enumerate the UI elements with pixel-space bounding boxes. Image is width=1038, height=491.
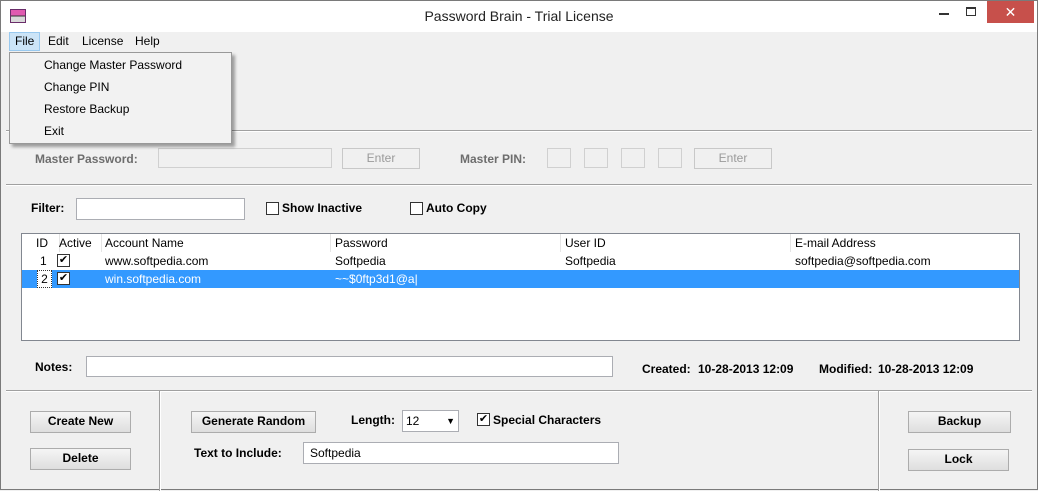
pin-digit-3[interactable]	[621, 148, 645, 168]
chevron-down-icon: ▼	[446, 416, 455, 426]
minimize-button[interactable]	[931, 1, 957, 23]
active-checkbox[interactable]: ✔	[57, 272, 70, 285]
menu-exit[interactable]: Exit	[44, 120, 64, 142]
maximize-icon	[966, 7, 976, 16]
column-header-active[interactable]: Active	[55, 234, 102, 252]
menu-file[interactable]: File	[9, 32, 41, 51]
menu-bar: File Edit License Help	[1, 32, 1037, 52]
table-row[interactable]: 1 ✔ www.softpedia.com Softpedia Softpedi…	[22, 252, 1019, 270]
master-password-enter-button[interactable]: Enter	[342, 148, 420, 169]
cell-id: 1	[40, 254, 47, 268]
auto-copy-label: Auto Copy	[426, 201, 487, 215]
close-button[interactable]: ✕	[987, 1, 1034, 23]
close-icon: ✕	[1004, 4, 1017, 20]
maximize-button[interactable]	[958, 1, 984, 23]
cell-password: Softpedia	[335, 254, 386, 268]
cell-account-name: win.softpedia.com	[105, 272, 202, 286]
create-new-button[interactable]: Create New	[30, 411, 131, 433]
table-row[interactable]: 2 ✔ win.softpedia.com ~~$0ftp3d1@a|	[22, 270, 1019, 288]
column-header-email[interactable]: E-mail Address	[791, 234, 1019, 252]
cell-user-id	[561, 270, 565, 288]
backup-button[interactable]: Backup	[908, 411, 1011, 433]
delete-button[interactable]: Delete	[30, 448, 131, 470]
menu-help[interactable]: Help	[129, 32, 166, 51]
cell-id: 2	[37, 270, 52, 288]
cell-user-id: Softpedia	[565, 254, 616, 268]
special-characters-checkbox[interactable]: ✔	[477, 413, 490, 426]
menu-license[interactable]: License	[76, 32, 129, 51]
auto-copy-checkbox[interactable]	[410, 202, 423, 215]
pin-digit-1[interactable]	[547, 148, 571, 168]
created-value: 10-28-2013 12:09	[698, 362, 794, 376]
length-select[interactable]: 12 ▼	[402, 410, 459, 432]
lock-button[interactable]: Lock	[908, 449, 1009, 471]
length-value: 12	[406, 414, 420, 428]
modified-label: Modified:	[819, 362, 873, 376]
file-dropdown-menu: Change Master Password Change PIN Restor…	[9, 52, 232, 144]
column-header-user-id[interactable]: User ID	[561, 234, 791, 252]
filter-label: Filter:	[31, 201, 65, 215]
minimize-icon	[939, 13, 949, 15]
window-title: Password Brain - Trial License	[424, 8, 614, 24]
column-header-password[interactable]: Password	[331, 234, 561, 252]
menu-change-master-password[interactable]: Change Master Password	[44, 54, 182, 76]
pin-digit-4[interactable]	[658, 148, 682, 168]
text-to-include-input[interactable]: Softpedia	[303, 442, 619, 464]
show-inactive-label: Show Inactive	[282, 201, 363, 215]
menu-change-pin[interactable]: Change PIN	[44, 76, 109, 98]
show-inactive-checkbox[interactable]	[266, 202, 279, 215]
filter-input[interactable]	[76, 198, 245, 220]
cell-email: softpedia@softpedia.com	[795, 254, 931, 268]
text-to-include-label: Text to Include:	[194, 446, 282, 460]
master-pin-label: Master PIN:	[460, 152, 527, 166]
divider	[6, 185, 1032, 186]
cell-password: ~~$0ftp3d1@a|	[335, 272, 418, 286]
generate-random-button[interactable]: Generate Random	[191, 411, 316, 433]
cell-email	[791, 270, 795, 288]
modified-value: 10-28-2013 12:09	[878, 362, 974, 376]
app-window: Password Brain - Trial License ✕ File Ed…	[0, 0, 1038, 491]
divider	[879, 391, 880, 491]
pin-digit-2[interactable]	[584, 148, 608, 168]
menu-edit[interactable]: Edit	[42, 32, 75, 51]
active-checkbox[interactable]: ✔	[57, 254, 70, 267]
divider	[160, 391, 161, 491]
notes-input[interactable]	[86, 356, 613, 377]
menu-restore-backup[interactable]: Restore Backup	[44, 98, 129, 120]
notes-label: Notes:	[35, 360, 73, 374]
cell-account-name: www.softpedia.com	[105, 254, 209, 268]
column-header-account-name[interactable]: Account Name	[101, 234, 331, 252]
created-label: Created:	[642, 362, 691, 376]
special-characters-label: Special Characters	[493, 413, 602, 427]
accounts-table: ID Active Account Name Password User ID …	[21, 233, 1020, 341]
title-bar: Password Brain - Trial License ✕	[1, 1, 1037, 32]
master-password-field[interactable]	[158, 148, 332, 168]
master-password-label: Master Password:	[35, 152, 138, 166]
length-label: Length:	[351, 413, 395, 427]
master-pin-enter-button[interactable]: Enter	[694, 148, 772, 169]
